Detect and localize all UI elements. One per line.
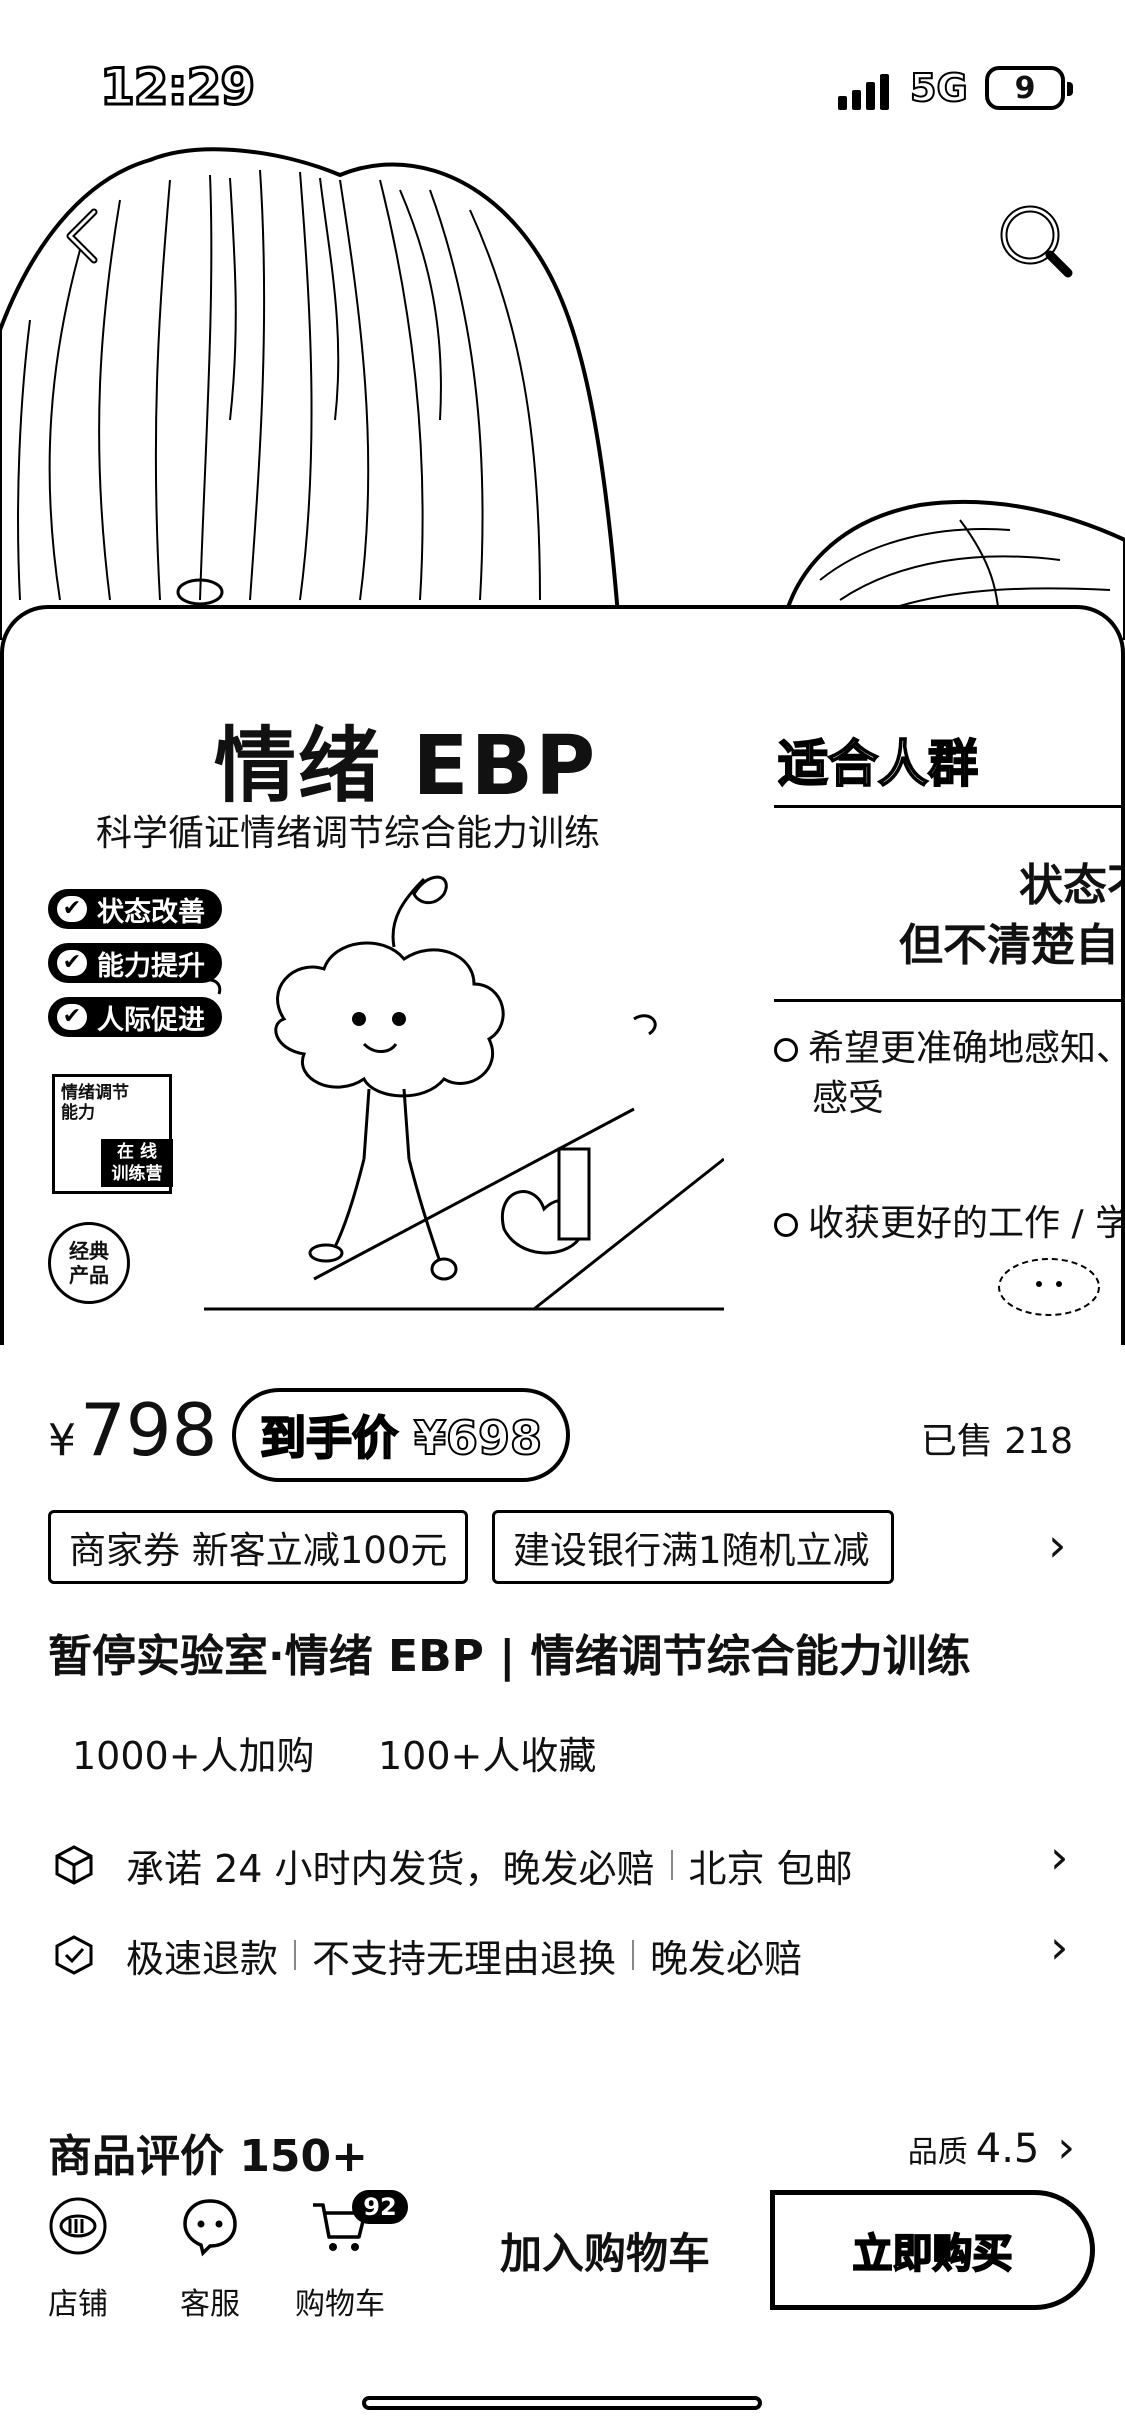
product-cover: 情绪 EBP 科学循证情绪调节综合能力训练 ✔ 状态改善 ✔ 能力提升 ✔ 人际促进 …	[4, 609, 744, 1345]
store-label: 店铺	[48, 2287, 108, 2322]
status-time: 12:29	[98, 57, 256, 118]
price-amount: 798	[80, 1388, 218, 1472]
badge-ability: ✔ 能力提升	[48, 943, 222, 983]
shipping-service-row[interactable]: 承诺 24 小时内发货，晚发必赔 北京 包邮	[52, 1835, 1092, 1895]
classic-badge: 经典 产品	[48, 1222, 130, 1304]
sold-count: 已售 218	[920, 1421, 1073, 1462]
target-audience-panel: 适合人群 状态不 但不清楚自 希望更准确地感知、 感受 收获更好的工作 / 学	[774, 609, 1125, 1345]
original-price: ¥798	[48, 1388, 217, 1472]
customer-service-label: 客服	[180, 2287, 240, 2322]
product-cover-title: 情绪 EBP	[214, 719, 598, 814]
chat-icon	[183, 2199, 237, 2257]
book-tag: 在 线 训练营	[101, 1139, 173, 1187]
quality-rating[interactable]: 品质 4.5 ›	[908, 2122, 1075, 2173]
shipping-origin: 北京 包邮	[688, 1846, 853, 1891]
book-thumbnail: 情绪调节 能力 在 线 训练营	[52, 1074, 173, 1194]
refund-item: 极速退款	[126, 1936, 279, 1981]
refund-item: 晚发必赔	[650, 1936, 803, 1981]
chevron-right-icon[interactable]: ›	[1048, 1518, 1066, 1572]
store-button[interactable]: 店铺	[28, 2195, 128, 2323]
battery-icon: 9	[985, 66, 1073, 110]
shield-check-icon	[55, 1935, 93, 1975]
back-icon	[66, 208, 98, 264]
audience-line-2: 但不清楚自	[899, 920, 1119, 971]
small-cloud-icon	[998, 1258, 1100, 1316]
refund-item: 不支持无理由退换	[312, 1936, 617, 1981]
quality-label: 品质	[907, 2135, 968, 2170]
audience-item: 希望更准确地感知、	[774, 1024, 1125, 1074]
search-icon	[1000, 205, 1073, 278]
shipping-promise: 承诺 24 小时内发货，晚发必赔	[126, 1846, 655, 1891]
chevron-right-icon[interactable]: ›	[1050, 1830, 1068, 1884]
back-button[interactable]	[50, 200, 120, 270]
buy-now-button[interactable]: 立即购买	[770, 2190, 1095, 2310]
badge-status: ✔ 状态改善	[48, 889, 222, 929]
badge-label: 能力提升	[97, 950, 205, 982]
coupon-merchant[interactable]: 商家券 新客立减100元	[48, 1510, 468, 1584]
chevron-right-icon[interactable]: ›	[1050, 1920, 1068, 1974]
badge-social: ✔ 人际促进	[48, 997, 222, 1037]
reviews-title[interactable]: 商品评价 150+	[48, 2120, 368, 2184]
divider	[774, 999, 1121, 1002]
badge-label: 人际促进	[97, 1004, 205, 1036]
refund-service-row[interactable]: 极速退款 不支持无理由退换 晚发必赔	[52, 1925, 1092, 1985]
badge-label: 状态改善	[97, 896, 205, 928]
customer-service-button[interactable]: 客服	[160, 2195, 260, 2323]
battery-level: 9	[1014, 70, 1036, 106]
favorite-count: 100+人收藏	[378, 1734, 597, 1778]
add-to-cart-button[interactable]: 加入购物车	[470, 2190, 740, 2310]
cloud-character-illustration	[204, 875, 724, 1311]
audience-item-text: 希望更准确地感知、	[808, 1028, 1125, 1069]
quality-score: 4.5	[975, 2126, 1040, 2172]
audience-item-text: 收获更好的工作 / 学	[808, 1203, 1125, 1244]
box-icon	[55, 1845, 93, 1885]
add-cart-count: 1000+人加购	[72, 1734, 315, 1778]
search-button[interactable]	[990, 195, 1080, 285]
signal-icon	[838, 70, 889, 110]
chevron-right-icon: ›	[1057, 2122, 1075, 2173]
final-price-badge: 到手价 ¥698	[232, 1388, 570, 1482]
cart-label: 购物车	[295, 2287, 385, 2322]
audience-item-cont: 感受	[812, 1078, 885, 1119]
status-bar: 12:29 5G 9	[0, 0, 1125, 150]
currency-symbol: ¥	[48, 1415, 76, 1466]
book-label: 情绪调节 能力	[61, 1083, 129, 1123]
audience-item: 收获更好的工作 / 学	[774, 1199, 1125, 1249]
divider	[774, 805, 1121, 808]
home-indicator[interactable]	[362, 2396, 762, 2410]
target-audience-title: 适合人群	[777, 734, 979, 794]
product-image-card[interactable]: 情绪 EBP 科学循证情绪调节综合能力训练 ✔ 状态改善 ✔ 能力提升 ✔ 人际促进 …	[0, 605, 1125, 1345]
store-icon	[49, 2197, 107, 2255]
cart-count-badge: 92	[352, 2190, 408, 2224]
audience-line-1: 状态不	[1019, 860, 1121, 911]
coupon-bank[interactable]: 建设银行满1随机立减	[492, 1510, 894, 1584]
product-name: 暂停实验室·情绪 EBP | 情绪调节综合能力训练	[48, 1631, 971, 1682]
network-type: 5G	[909, 65, 969, 111]
product-cover-subtitle: 科学循证情绪调节综合能力训练	[96, 813, 601, 854]
